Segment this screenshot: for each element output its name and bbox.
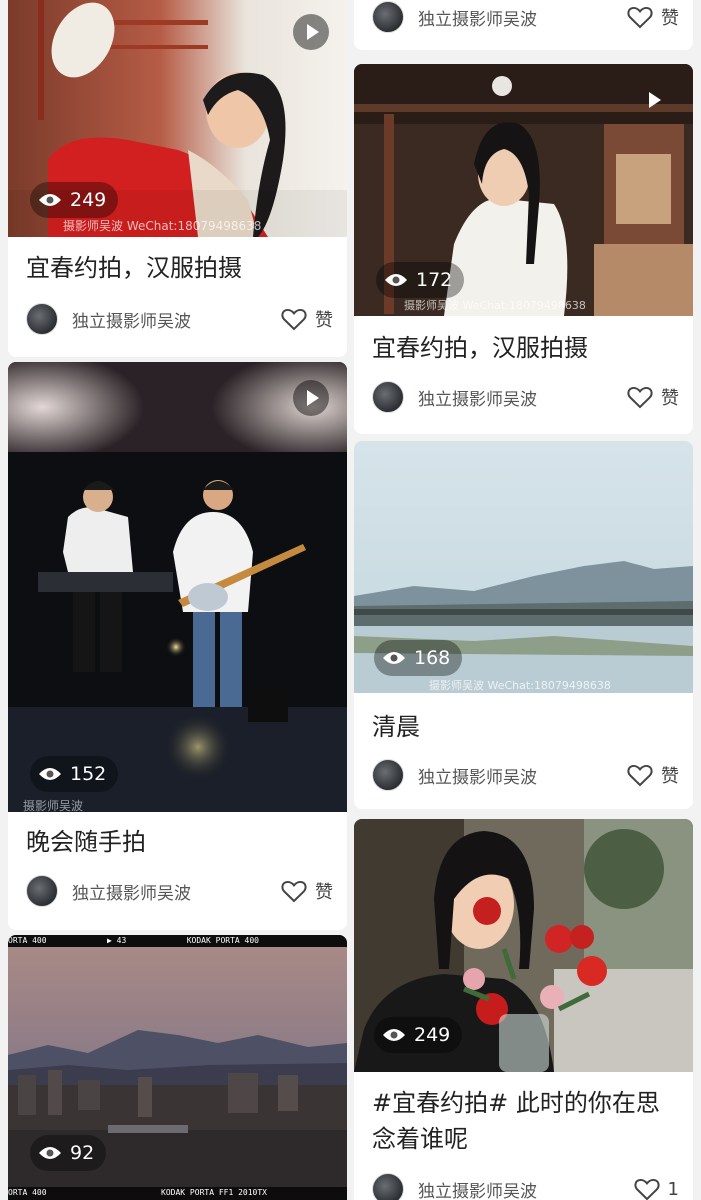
card-photo[interactable]: 摄影师吴波 WeChat:18079498638 168	[354, 441, 693, 693]
avatar[interactable]	[372, 759, 404, 791]
like-label: 赞	[661, 766, 679, 787]
feed-card[interactable]: 摄影师吴波 WeChat:18079498638 172 宜春约拍，汉服拍摄 独…	[354, 64, 693, 434]
like-count: 1	[667, 1178, 679, 1200]
play-icon[interactable]	[635, 82, 671, 118]
photo-feed: 独立摄影师吴波 赞 摄影师吴波 WeChat:18079498638 249 宜…	[0, 0, 701, 1200]
card-title-line: #宜春约拍# 此时的你在思	[372, 1089, 660, 1117]
like-button[interactable]: 赞	[281, 306, 333, 332]
svg-text:摄影师吴波 WeChat:18079498638: 摄影师吴波 WeChat:18079498638	[63, 218, 261, 233]
feed-card[interactable]: 摄影师吴波 152 晚会随手拍 独立摄影师吴波 赞	[8, 362, 347, 930]
feed-card[interactable]: 摄影师吴波 WeChat:18079498638 249 宜春约拍，汉服拍摄 独…	[8, 0, 347, 357]
like-label: 赞	[315, 310, 333, 331]
author-name[interactable]: 独立摄影师吴波	[418, 385, 627, 410]
card-title[interactable]: 宜春约拍，汉服拍摄	[372, 330, 679, 366]
view-count: 168	[414, 647, 451, 669]
feed-card[interactable]: 249 #宜春约拍# 此时的你在思 念着谁呢 独立摄影师吴波 1	[354, 819, 693, 1200]
card-title[interactable]: 晚会随手拍	[26, 824, 333, 860]
eye-icon	[39, 1147, 61, 1159]
card-title[interactable]: 清晨	[372, 709, 679, 745]
author-name[interactable]: 独立摄影师吴波	[418, 1177, 634, 1200]
view-count: 249	[414, 1024, 451, 1046]
avatar[interactable]	[372, 1, 404, 33]
view-count: 92	[70, 1142, 95, 1164]
view-count-badge: 152	[30, 756, 119, 792]
author-name[interactable]: 独立摄影师吴波	[418, 763, 627, 788]
film-bottom-strip: ORTA 400 KODAK PORTA FF1 2010TX	[8, 1187, 347, 1199]
view-count: 152	[70, 763, 107, 785]
heart-icon	[627, 386, 653, 409]
view-count: 249	[70, 189, 107, 211]
film-label: KODAK PORTA FF1 2010TX	[161, 1188, 267, 1197]
card-meta: 独立摄影师吴波 1	[372, 1172, 679, 1200]
play-icon[interactable]	[293, 14, 329, 50]
view-count: 172	[416, 269, 453, 291]
author-name[interactable]: 独立摄影师吴波	[72, 307, 281, 332]
heart-icon	[627, 764, 653, 787]
card-meta: 独立摄影师吴波 赞	[26, 302, 333, 336]
avatar[interactable]	[26, 303, 58, 335]
view-count-badge: 168	[374, 640, 463, 676]
eye-icon	[39, 768, 61, 780]
card-photo[interactable]: 249	[354, 819, 693, 1072]
film-label: ORTA 400	[8, 1188, 47, 1197]
film-label: ▶ 43	[107, 936, 127, 945]
play-icon[interactable]	[293, 380, 329, 416]
like-button[interactable]: 1	[633, 1177, 679, 1200]
svg-text:摄影师吴波 WeChat:18079498638: 摄影师吴波 WeChat:18079498638	[404, 298, 586, 312]
like-label: 赞	[661, 388, 679, 409]
like-button[interactable]: 赞	[627, 762, 679, 788]
avatar[interactable]	[372, 381, 404, 413]
photo-stage-band: 摄影师吴波	[8, 362, 347, 812]
heart-icon	[627, 6, 653, 29]
card-meta: 独立摄影师吴波 赞	[26, 874, 333, 908]
film-label: ORTA 400	[8, 936, 47, 945]
card-photo[interactable]: 摄影师吴波 WeChat:18079498638 249	[8, 0, 347, 237]
card-meta: 独立摄影师吴波 赞	[372, 758, 679, 792]
card-photo[interactable]: 摄影师吴波 WeChat:18079498638 172	[354, 64, 693, 316]
like-label: 赞	[315, 882, 333, 903]
film-top-strip: ORTA 400 ▶ 43 KODAK PORTA 400	[8, 935, 347, 947]
like-button[interactable]: 赞	[627, 4, 679, 30]
svg-text:摄影师吴波: 摄影师吴波	[23, 798, 83, 812]
feed-card[interactable]: 摄影师吴波 WeChat:18079498638 168 清晨 独立摄影师吴波 …	[354, 441, 693, 809]
card-title-line: 念着谁呢	[372, 1125, 468, 1153]
view-count-badge: 249	[374, 1017, 463, 1053]
heart-icon	[281, 308, 307, 331]
view-count-badge: 172	[376, 262, 465, 298]
like-label: 赞	[661, 8, 679, 29]
author-name[interactable]: 独立摄影师吴波	[418, 5, 627, 30]
eye-icon	[383, 652, 405, 664]
eye-icon	[385, 274, 407, 286]
film-label: KODAK PORTA 400	[186, 936, 259, 945]
svg-text:摄影师吴波 WeChat:18079498638: 摄影师吴波 WeChat:18079498638	[429, 678, 611, 692]
heart-icon	[281, 880, 307, 903]
feed-card[interactable]: ORTA 400 ▶ 43 KODAK PORTA 400 ORTA 400 K…	[8, 935, 347, 1200]
card-title[interactable]: #宜春约拍# 此时的你在思 念着谁呢	[372, 1085, 679, 1157]
heart-icon	[633, 1178, 660, 1200]
avatar[interactable]	[372, 1173, 404, 1200]
like-button[interactable]: 赞	[627, 384, 679, 410]
view-count-badge: 92	[30, 1135, 107, 1171]
card-photo[interactable]: 摄影师吴波 152	[8, 362, 347, 812]
avatar[interactable]	[26, 875, 58, 907]
eye-icon	[39, 194, 61, 206]
card-meta: 独立摄影师吴波 赞	[372, 0, 679, 34]
card-title[interactable]: 宜春约拍，汉服拍摄	[26, 250, 333, 286]
card-meta: 独立摄影师吴波 赞	[372, 380, 679, 414]
view-count-badge: 249	[30, 182, 119, 218]
card-photo[interactable]: ORTA 400 ▶ 43 KODAK PORTA 400 ORTA 400 K…	[8, 935, 347, 1200]
eye-icon	[383, 1029, 405, 1041]
like-button[interactable]: 赞	[281, 878, 333, 904]
author-name[interactable]: 独立摄影师吴波	[72, 879, 281, 904]
feed-card[interactable]: 独立摄影师吴波 赞	[354, 0, 693, 50]
